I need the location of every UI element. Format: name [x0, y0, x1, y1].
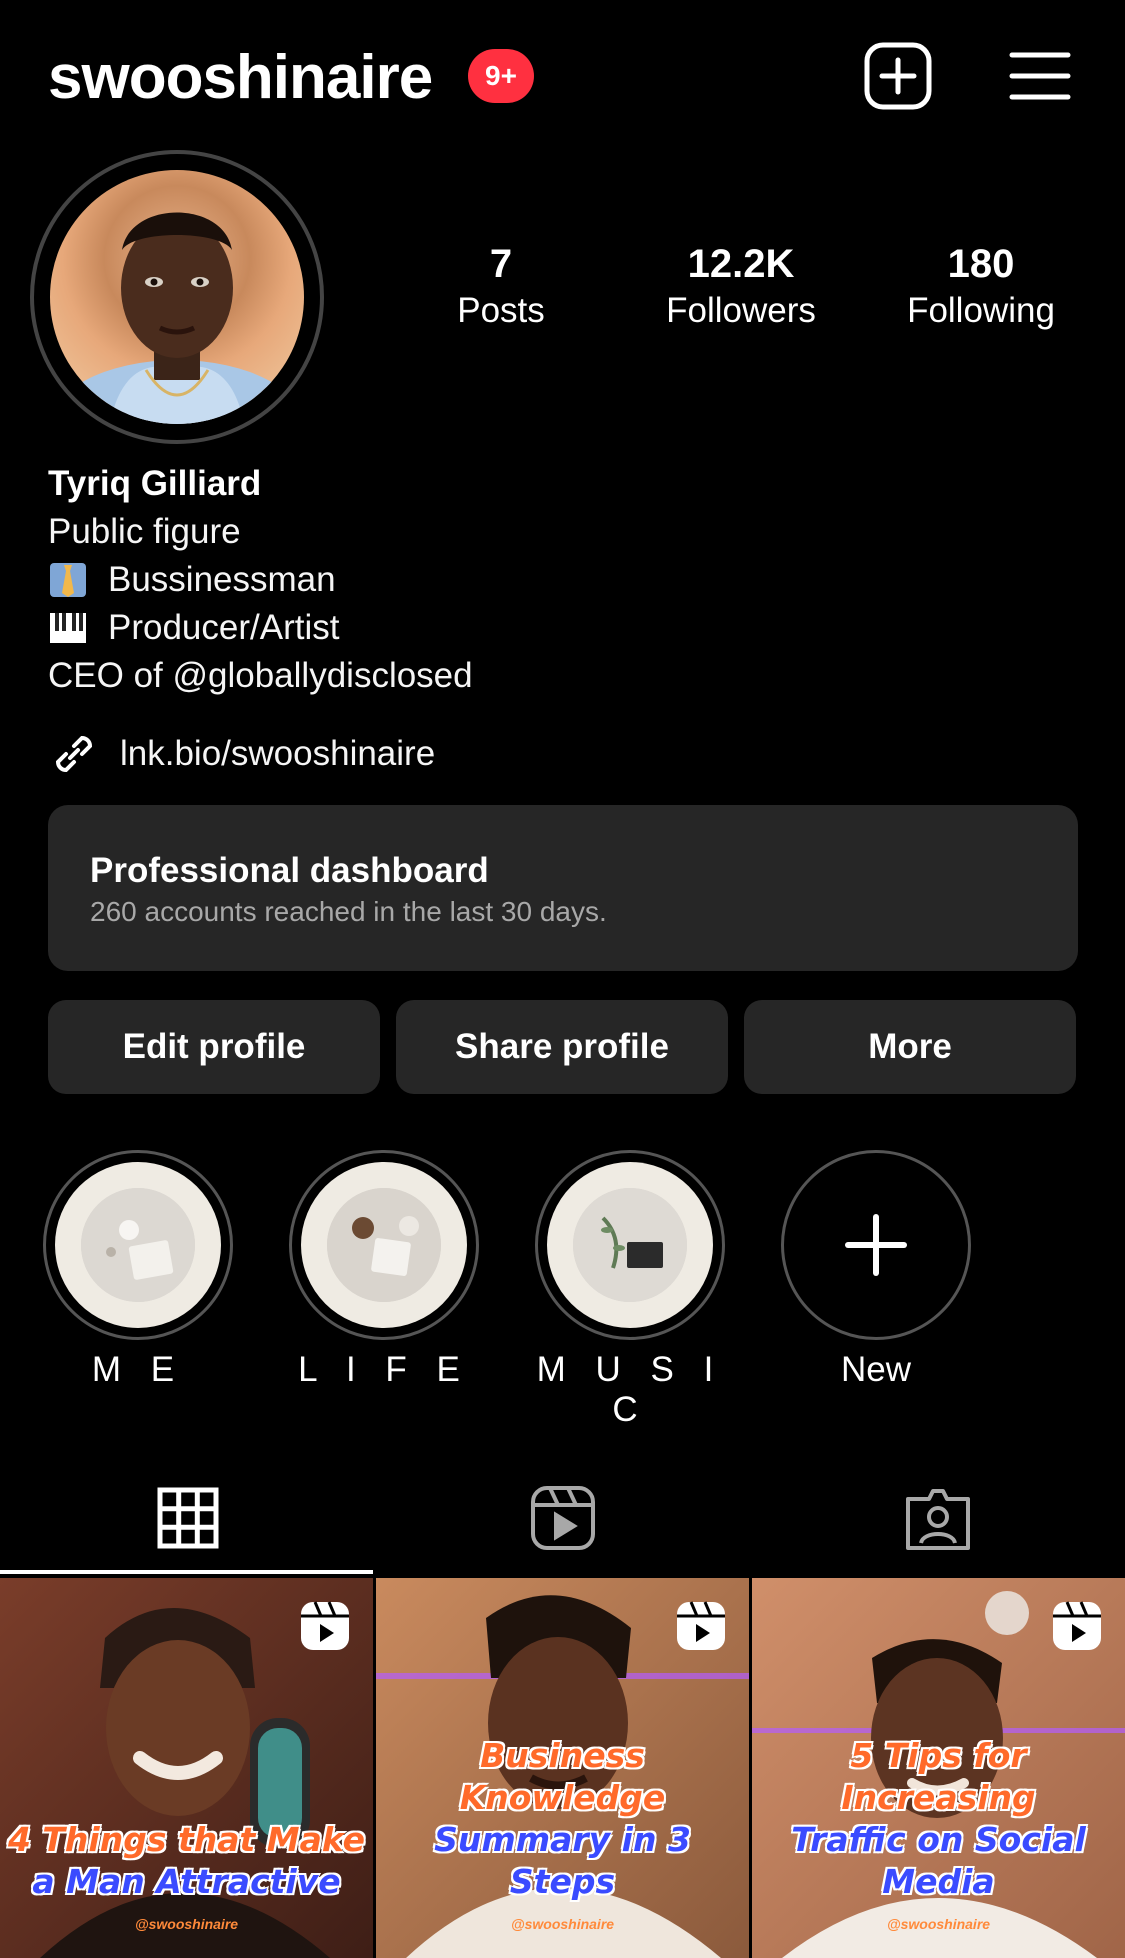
highlight-cover [55, 1162, 221, 1328]
highlight-photo [327, 1188, 441, 1302]
tab-tagged[interactable] [750, 1460, 1125, 1576]
caption-line: 4 Things that Make [7, 1820, 366, 1859]
grid-icon [157, 1487, 218, 1549]
bio: Tyriq Gilliard Public figure Bussinessma… [48, 460, 1048, 700]
tagged-person-icon [905, 1489, 970, 1550]
tab-reels[interactable] [375, 1460, 750, 1576]
stat-posts[interactable]: 7 Posts [386, 240, 616, 334]
post-thumbnail[interactable]: Business Knowledge Summary in 3 Steps @s… [376, 1578, 749, 1958]
caption-line: Traffic on Social Media [791, 1820, 1086, 1901]
post-thumbnail[interactable]: 4 Things that Make a Man Attractive @swo… [0, 1578, 373, 1958]
bio-line-text: Producer/Artist [108, 608, 340, 647]
posts-label: Posts [457, 291, 545, 330]
bio-line: Producer/Artist [48, 604, 1048, 652]
highlight-life[interactable] [289, 1150, 479, 1340]
share-profile-button[interactable]: Share profile [396, 1000, 728, 1094]
highlight-label: L I F E [298, 1350, 470, 1389]
piano-keys-emoji-icon [48, 609, 88, 647]
edit-profile-button[interactable]: Edit profile [48, 1000, 380, 1094]
post-watermark: @swooshinaire [134, 1916, 239, 1932]
caption-line: Summary in 3 Steps [434, 1820, 691, 1901]
plus-square-icon[interactable] [860, 38, 936, 114]
hamburger-menu-icon[interactable] [1002, 38, 1078, 114]
plus-icon [845, 1214, 907, 1276]
highlight-label: M E [91, 1350, 185, 1389]
bio-line[interactable]: CEO of @globallydisclosed [48, 652, 1048, 700]
reel-icon [1051, 1600, 1103, 1652]
tab-grid[interactable] [0, 1460, 375, 1576]
highlight-label: New [840, 1350, 912, 1389]
reels-icon [530, 1486, 595, 1550]
highlight-music[interactable] [535, 1150, 725, 1340]
active-tab-indicator [0, 1570, 373, 1574]
reel-icon [675, 1600, 727, 1652]
post-thumbnail[interactable]: 5 Tips for Increasing Traffic on Social … [752, 1578, 1125, 1958]
bio-link-text[interactable]: lnk.bio/swooshinaire [120, 734, 435, 774]
post-watermark: @swooshinaire [886, 1916, 991, 1932]
highlight-cover [547, 1162, 713, 1328]
more-button[interactable]: More [744, 1000, 1076, 1094]
caption-line: Business Knowledge [459, 1736, 666, 1817]
profile-name: Tyriq Gilliard [48, 464, 262, 503]
avatar[interactable] [50, 170, 304, 424]
username[interactable]: swooshinaire [48, 42, 433, 113]
link-icon [48, 728, 100, 780]
posts-count: 7 [489, 242, 513, 286]
bio-line-text: Bussinessman [108, 560, 336, 599]
highlight-me[interactable] [43, 1150, 233, 1340]
reel-icon [299, 1600, 351, 1652]
bio-category: Public figure [48, 512, 241, 551]
caption-line: a Man Attractive [32, 1862, 341, 1901]
highlight-cover [301, 1162, 467, 1328]
stat-followers[interactable]: 12.2K Followers [626, 240, 856, 334]
bio-line: Bussinessman [48, 556, 1048, 604]
stat-following[interactable]: 180 Following [866, 240, 1096, 334]
bio-link[interactable]: lnk.bio/swooshinaire [48, 728, 435, 780]
post-caption: Business Knowledge Summary in 3 Steps [376, 1735, 749, 1903]
professional-dashboard[interactable]: Professional dashboard 260 accounts reac… [48, 805, 1078, 971]
followers-count: 12.2K [687, 242, 795, 286]
dashboard-title: Professional dashboard [90, 851, 489, 890]
dashboard-subtitle: 260 accounts reached in the last 30 days… [90, 896, 607, 927]
highlight-label: M U S I C [536, 1350, 724, 1429]
profile-tabs [0, 1460, 1125, 1576]
followers-label: Followers [666, 291, 816, 330]
profile-header: swooshinaire 9+ [0, 0, 1125, 150]
highlight-new[interactable] [781, 1150, 971, 1340]
highlight-photo [81, 1188, 195, 1302]
following-label: Following [907, 291, 1055, 330]
following-count: 180 [947, 242, 1015, 286]
post-caption: 4 Things that Make a Man Attractive [0, 1819, 373, 1903]
highlight-photo [573, 1188, 687, 1302]
notification-badge[interactable]: 9+ [468, 49, 534, 103]
necktie-emoji-icon [48, 561, 88, 599]
post-caption: 5 Tips for Increasing Traffic on Social … [752, 1735, 1125, 1903]
caption-line: 5 Tips for Increasing [841, 1736, 1036, 1817]
post-watermark: @swooshinaire [510, 1916, 615, 1932]
